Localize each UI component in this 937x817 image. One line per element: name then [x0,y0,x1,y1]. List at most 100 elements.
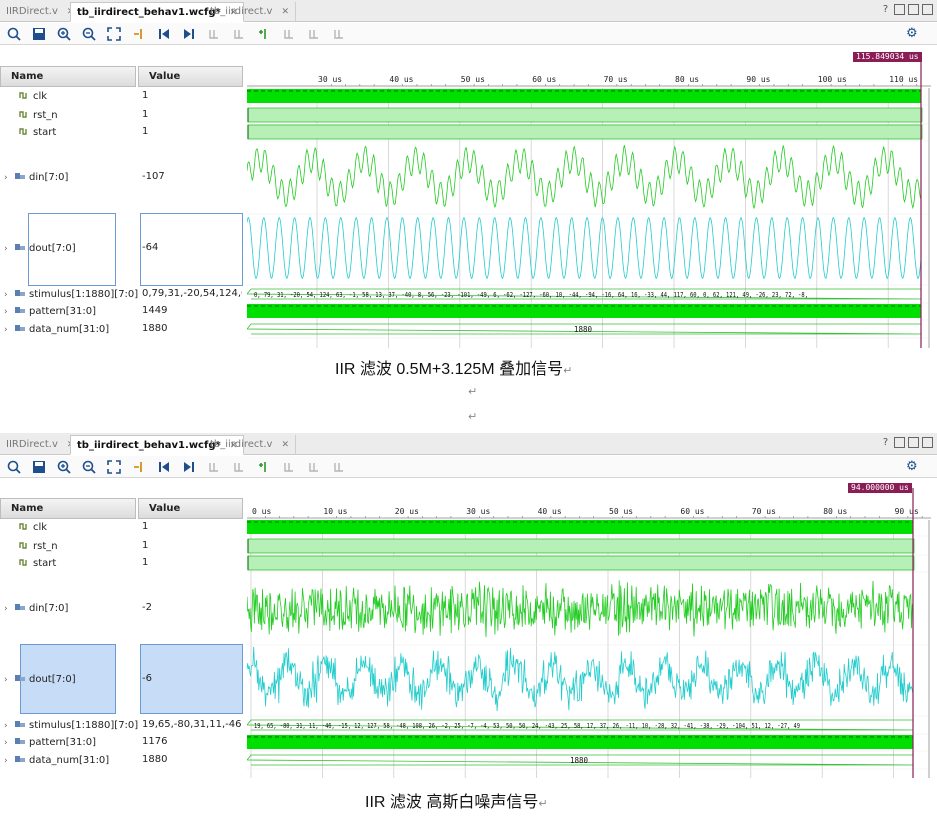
restore-icon[interactable] [908,437,919,448]
zoom-fit-icon[interactable] [106,26,122,42]
signal-name-row[interactable]: start [4,126,56,138]
time-tick-label: 40 us [389,75,413,84]
add-marker-icon[interactable] [256,26,272,42]
expand-chevron-icon[interactable]: › [4,675,14,685]
stimulus-waveform[interactable]: 19, 65, -80, 31, 11, -46, -15, 12, 127, … [247,719,914,731]
expand-chevron-icon[interactable]: › [4,721,14,731]
pattern-waveform[interactable] [247,735,913,749]
expand-chevron-icon[interactable]: › [4,756,14,766]
zoom-icon[interactable] [6,26,22,42]
expand-chevron-icon[interactable]: › [4,325,14,335]
clk-waveform[interactable] [247,89,921,103]
help-icon[interactable]: ? [880,437,891,448]
data-num-waveform[interactable]: 1880 [247,323,922,335]
signal-name-row[interactable]: › stimulus[1:1880][7:0] [4,719,138,731]
data-num-value-text: 1880 [574,325,593,334]
signal-name-row[interactable]: › dout[7:0] [4,673,76,685]
save-icon[interactable] [31,459,47,475]
time-ruler[interactable]: 30 us 40 us 50 us 60 us 70 us 80 us 90 us 100 u… [247,75,931,87]
restore-icon[interactable] [908,4,919,15]
signal-name-row[interactable]: › data_num[31:0] [4,754,109,766]
go-to-end-icon[interactable] [181,459,197,475]
cursor-time-label[interactable]: 115.849034 us [853,52,922,62]
add-marker-icon[interactable] [256,459,272,475]
swap-cursors-icon[interactable] [331,26,347,42]
signal-name-row[interactable]: clk [4,521,47,533]
zoom-fit-icon[interactable] [106,459,122,475]
previous-marker-icon[interactable] [281,26,297,42]
expand-chevron-icon[interactable]: › [4,173,14,183]
dout-waveform[interactable] [247,646,914,712]
close-window-icon[interactable] [922,437,933,448]
help-icon[interactable]: ? [880,4,891,15]
next-marker-icon[interactable] [306,459,322,475]
value-column-header[interactable]: Value [138,498,243,519]
minimize-icon[interactable] [894,4,905,15]
signal-name-row[interactable]: start [4,557,56,569]
zoom-icon[interactable] [6,459,22,475]
signal-name-row[interactable]: rst_n [4,109,58,121]
time-ruler[interactable]: 0 us 10 us 20 us 30 us 40 us 50 us 60 us 70 us 8… [247,507,931,519]
previous-transition-icon[interactable] [206,26,222,42]
tab-tb-iirdirect-v[interactable]: tb_iirdirect.v ✕ [204,2,296,22]
name-column-header[interactable]: Name [0,66,136,87]
signal-name-row[interactable]: › din[7:0] [4,171,68,183]
close-icon[interactable]: ✕ [281,7,289,17]
zoom-out-icon[interactable] [81,459,97,475]
previous-transition-icon[interactable] [206,459,222,475]
zoom-in-icon[interactable] [56,459,72,475]
expand-chevron-icon[interactable]: › [4,738,14,748]
start-waveform[interactable] [247,555,915,571]
signal-name-row[interactable]: › data_num[31:0] [4,323,109,335]
go-to-end-icon[interactable] [181,26,197,42]
cursor-time-label[interactable]: 94.000000 us [848,483,912,493]
expand-chevron-icon[interactable]: › [4,307,14,317]
time-tick-label: 50 us [609,507,633,516]
waveform-canvas[interactable]: 0 us 10 us 20 us 30 us 40 us 50 us 60 us 70 us 8… [247,480,931,778]
rst-n-waveform[interactable] [247,107,923,123]
din-waveform[interactable] [247,580,914,638]
settings-gear-icon[interactable]: ⚙ [906,459,922,475]
signal-name-row[interactable]: › pattern[31:0] [4,736,96,748]
signal-name-row[interactable]: › pattern[31:0] [4,305,96,317]
value-column-header[interactable]: Value [138,66,243,87]
go-to-start-icon[interactable] [156,459,172,475]
previous-marker-icon[interactable] [281,459,297,475]
tab-tb-iirdirect-v[interactable]: tb_iirdirect.v ✕ [204,435,296,455]
go-to-cursor-icon[interactable] [131,26,147,42]
minimize-icon[interactable] [894,437,905,448]
signal-name-row[interactable]: rst_n [4,540,58,552]
close-window-icon[interactable] [922,4,933,15]
stimulus-waveform[interactable]: 0, 79, 31, -20, 54, 124, 63, -1, 58, 13,… [247,288,922,300]
dout-waveform[interactable] [247,216,922,280]
din-waveform[interactable] [247,144,922,210]
signal-name-row[interactable]: › stimulus[1:1880][7:0] [4,288,138,300]
next-marker-icon[interactable] [306,26,322,42]
zoom-in-icon[interactable] [56,26,72,42]
go-to-start-icon[interactable] [156,26,172,42]
bus-signal-icon [14,673,26,683]
settings-gear-icon[interactable]: ⚙ [906,26,922,42]
start-waveform[interactable] [247,124,923,140]
signal-name-row[interactable]: › dout[7:0] [4,242,76,254]
rst-n-waveform[interactable] [247,538,915,554]
swap-cursors-icon[interactable] [331,459,347,475]
signal-name-row[interactable]: clk [4,90,47,102]
name-column-header[interactable]: Name [0,498,136,519]
waveform-canvas[interactable]: 30 us 40 us 50 us 60 us 70 us 80 us 90 us 100 u… [247,48,931,348]
pattern-waveform[interactable] [247,304,921,318]
go-to-cursor-icon[interactable] [131,459,147,475]
next-transition-icon[interactable] [231,459,247,475]
data-num-waveform[interactable]: 1880 [247,754,914,766]
time-tick-label: 80 us [675,75,699,84]
expand-chevron-icon[interactable]: › [4,290,14,300]
expand-chevron-icon[interactable]: › [4,244,14,254]
signal-name-row[interactable]: › din[7:0] [4,602,68,614]
clk-waveform[interactable] [247,520,913,534]
next-transition-icon[interactable] [231,26,247,42]
save-icon[interactable] [31,26,47,42]
close-icon[interactable]: ✕ [281,440,289,450]
expand-chevron-icon[interactable]: › [4,604,14,614]
zoom-out-icon[interactable] [81,26,97,42]
signal-value: 1 [142,109,149,120]
